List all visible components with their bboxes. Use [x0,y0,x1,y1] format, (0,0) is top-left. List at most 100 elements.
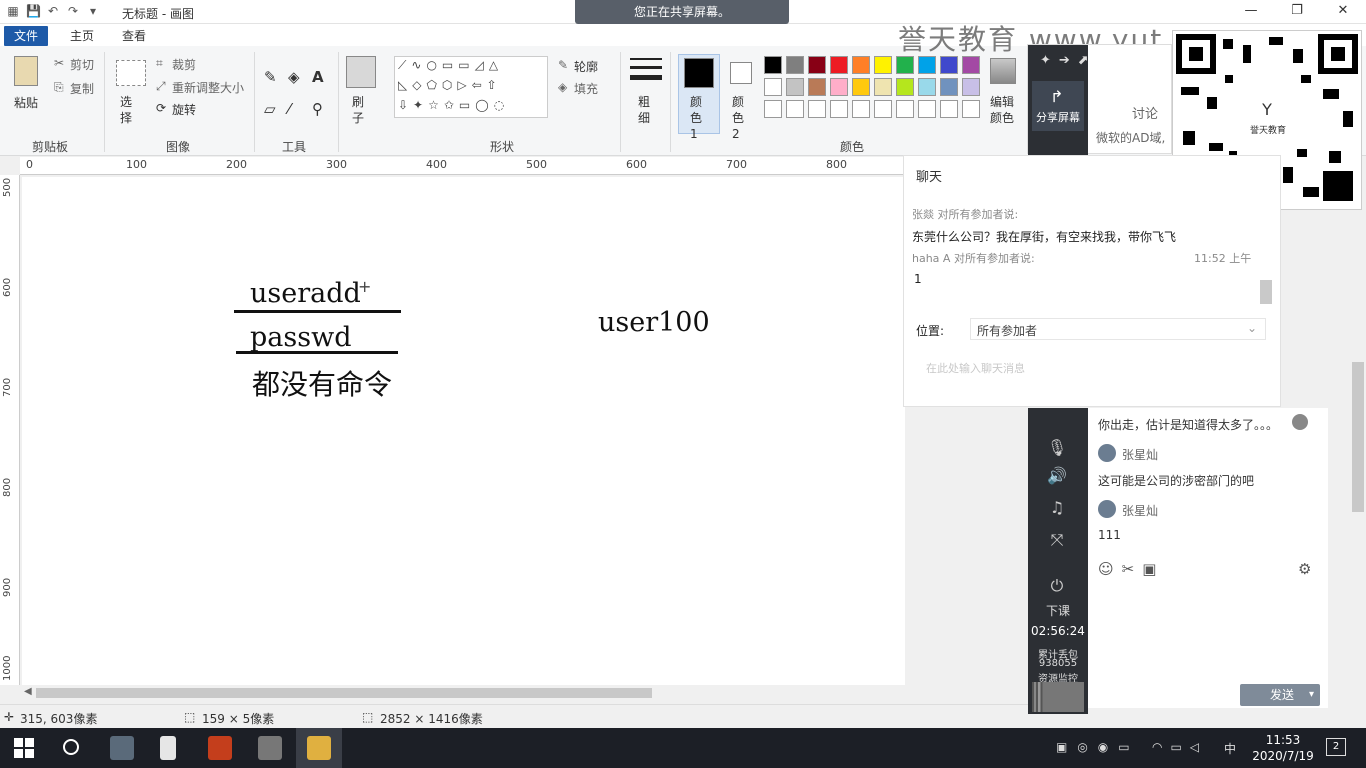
cut-button[interactable]: 剪切 [70,56,94,73]
chat-input-placeholder[interactable]: 在此处输入聊天消息 [926,360,1025,376]
settings-gear-icon[interactable]: ⚙ [1298,560,1311,578]
scroll-left-icon[interactable]: ◀ [24,686,32,697]
color-picker-icon[interactable]: ⁄ [288,100,291,118]
save-icon[interactable]: 💾 [26,4,41,18]
palette-color-swatch[interactable] [896,56,914,74]
palette-empty-swatch[interactable] [918,100,936,118]
color2-label[interactable]: 颜色 2 [732,94,750,142]
message-time: 11:52 上午 [1194,252,1252,265]
tab-home[interactable]: 主页 [60,26,104,46]
fill-bucket-icon[interactable]: ◈ [288,68,300,86]
text-tool-icon[interactable]: A [312,68,324,86]
palette-color-swatch[interactable] [918,78,936,96]
palette-color-swatch[interactable] [874,56,892,74]
right-scrollbar[interactable] [1350,210,1366,710]
tray-icons[interactable]: ▣◎◉▭ [1056,740,1140,754]
redo-icon[interactable]: ↷ [66,4,80,18]
undo-icon[interactable]: ↶ [46,4,60,18]
palette-color-swatch[interactable] [808,78,826,96]
palette-empty-swatch[interactable] [896,100,914,118]
palette-empty-swatch[interactable] [940,100,958,118]
palette-empty-swatch[interactable] [962,100,980,118]
palette-color-swatch[interactable] [874,78,892,96]
magnifier-icon[interactable]: ⚲ [312,100,323,118]
chat-scrollbar[interactable] [1260,280,1272,304]
copy-button[interactable]: 复制 [70,80,94,97]
palette-color-swatch[interactable] [896,78,914,96]
chat-panel: 聊天 张燚 对所有参加者说: 东莞什么公司？我在厚街，有空来找我，带你飞飞 ha… [903,155,1281,407]
ime-indicator[interactable]: 中 [1224,740,1236,757]
close-button[interactable]: ✕ [1320,0,1366,24]
system-clock[interactable]: 11:53 2020/7/19 [1248,732,1318,764]
customize-dropdown-icon[interactable]: ▾ [86,4,100,18]
send-dropdown-icon[interactable]: ▾ [1309,684,1314,706]
tab-view[interactable]: 查看 [112,26,156,46]
speaker-icon[interactable]: 🔊 [1046,466,1068,488]
edit-colors-button[interactable]: 编辑颜色 [990,94,1016,126]
drawing-canvas[interactable]: useradd passwd 都没有命令 user100 + [22,177,905,685]
palette-empty-swatch[interactable] [874,100,892,118]
music-icon[interactable]: ♫ [1046,498,1068,520]
app-icon-windows[interactable] [258,736,282,760]
palette-color-swatch[interactable] [962,78,980,96]
underline-2[interactable] [236,351,398,354]
send-button[interactable]: 发送 ▾ [1240,684,1320,706]
palette-empty-swatch[interactable] [764,100,782,118]
palette-color-swatch[interactable] [786,78,804,96]
resize-button[interactable]: 重新调整大小 [172,79,244,96]
notification-icon[interactable]: 2 [1326,738,1346,756]
window-controls: — ❐ ✕ [1228,0,1366,24]
fullscreen-icon[interactable]: ⤧ [1046,530,1068,552]
brushes-button[interactable]: 刷子 [352,94,368,126]
rotate-button[interactable]: 旋转 [172,101,196,118]
app-icon-file[interactable] [160,736,176,760]
outline-button[interactable]: 轮廓 [574,58,598,75]
search-icon[interactable] [63,739,79,755]
palette-empty-swatch[interactable] [786,100,804,118]
share-controls-icons[interactable]: ✦➔⬈ [1040,53,1097,68]
select-button[interactable]: 选择 [120,94,136,126]
palette-color-swatch[interactable] [830,78,848,96]
horizontal-scrollbar[interactable]: ◀ [22,686,905,702]
scrollbar-thumb[interactable] [1352,362,1364,512]
maximize-button[interactable]: ❐ [1274,0,1320,24]
palette-color-swatch[interactable] [940,78,958,96]
network-volume-icons[interactable]: ◠▭◁ [1152,740,1207,754]
palette-color-swatch[interactable] [808,56,826,74]
paint-icon[interactable] [307,736,331,760]
discuss-label[interactable]: 讨论 [1132,103,1158,122]
microphone-icon[interactable]: 🎙 [1046,438,1068,460]
palette-color-swatch[interactable] [852,78,870,96]
palette-color-swatch[interactable] [918,56,936,74]
palette-empty-swatch[interactable] [808,100,826,118]
end-class-icon[interactable]: ⏻ [1046,576,1068,598]
chat-input-tools[interactable]: ☺✂▣ [1098,560,1164,578]
palette-color-swatch[interactable] [852,56,870,74]
size-button[interactable]: 粗细 [638,94,654,126]
eraser-icon[interactable]: ▱ [264,100,276,118]
minimize-button[interactable]: — [1228,0,1274,24]
palette-color-swatch[interactable] [764,78,782,96]
palette-empty-swatch[interactable] [830,100,848,118]
location-select[interactable]: 所有参加者 ⌄ [970,318,1266,340]
palette-color-swatch[interactable] [962,56,980,74]
app-icon-video[interactable] [110,736,134,760]
tab-file[interactable]: 文件 [4,26,49,46]
palette-color-swatch[interactable] [830,56,848,74]
image-size: 2852 × 1416像素 [380,712,483,726]
message-text: 这可能是公司的涉密部门的吧 [1098,474,1255,488]
palette-color-swatch[interactable] [786,56,804,74]
share-screen-button[interactable]: ↱ 分享屏幕 [1032,81,1084,131]
powerpoint-icon[interactable] [208,736,232,760]
color2-swatch[interactable] [730,62,752,84]
palette-color-swatch[interactable] [940,56,958,74]
palette-color-swatch[interactable] [764,56,782,74]
pencil-icon[interactable]: ✎ [264,68,277,86]
windows-start-icon[interactable] [14,738,34,758]
fill-button[interactable]: 填充 [574,80,598,97]
palette-empty-swatch[interactable] [852,100,870,118]
end-class-button[interactable]: 下课 [1028,602,1088,619]
scrollbar-thumb[interactable] [36,688,652,698]
crop-button[interactable]: 裁剪 [172,56,196,73]
paste-button[interactable]: 粘贴 [14,94,38,111]
